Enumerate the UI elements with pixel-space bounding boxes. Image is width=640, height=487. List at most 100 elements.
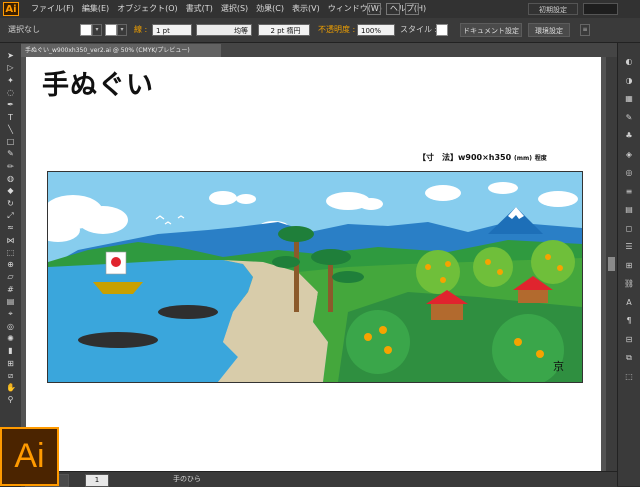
paintbrush-tool-icon[interactable]: ✎ — [6, 149, 15, 158]
artboard[interactable]: 手ぬぐい 【寸 法】w900×h350 (mm) 程度 京 — [26, 57, 601, 471]
gradient-panel-icon[interactable]: ▤ — [623, 205, 635, 214]
menu-4[interactable]: 選択(S) — [217, 0, 252, 18]
pencil-tool-icon[interactable]: ✏ — [6, 162, 15, 171]
type-tool-icon[interactable]: T — [6, 113, 15, 122]
stroke-weight-field[interactable]: 1 pt — [152, 24, 192, 36]
line-tool-icon[interactable]: ╲ — [6, 125, 15, 134]
canvas-area[interactable]: 手ぬぐい 【寸 法】w900×h350 (mm) 程度 京 — [21, 57, 606, 471]
color-panel-icon[interactable]: ◐ — [623, 57, 635, 66]
stroke-swatch[interactable] — [105, 24, 117, 36]
symbol-sprayer-tool-icon[interactable]: ✺ — [6, 334, 15, 343]
appearance-panel-icon[interactable]: ◎ — [623, 168, 635, 177]
blend-tool-icon[interactable]: ◎ — [6, 322, 15, 331]
panel-dock: ◐ ◑ ▦ ✎ ♣ ◈ ◎ ≡ ▤ ◻ ☰ ⊞ ⛓ A ¶ ⊟ ⧉ ⬚ — [617, 43, 640, 486]
minibridge-icon[interactable] — [386, 3, 400, 15]
zoom-tool-icon[interactable]: ⚲ — [6, 395, 15, 404]
swatches-panel-icon[interactable]: ▦ — [623, 94, 635, 103]
stroke-dropdown[interactable]: ▾ — [117, 24, 127, 36]
menu-6[interactable]: 表示(V) — [288, 0, 324, 18]
hand-tool-icon[interactable]: ✋ — [6, 383, 16, 392]
menu-bar: Ai ファイル(F) 編集(E) オブジェクト(O) 書式(T) 選択(S) 効果(C) 表… — [0, 0, 640, 18]
vertical-scrollbar[interactable] — [606, 57, 617, 471]
column-graph-tool-icon[interactable]: ▮ — [6, 346, 15, 355]
layers-panel-icon[interactable]: ☰ — [623, 242, 635, 251]
rotate-tool-icon[interactable]: ↻ — [6, 199, 15, 208]
profile-label: 均等 — [234, 27, 248, 35]
gradient-tool-icon[interactable]: ▤ — [6, 297, 15, 306]
width-tool-icon[interactable]: ⋈ — [6, 236, 15, 245]
scale-tool-icon[interactable]: ⤢ — [6, 211, 15, 220]
brush-definition[interactable]: 2 pt 楕円 — [258, 24, 310, 36]
links-panel-icon[interactable]: ⛓ — [623, 279, 635, 288]
bridge-icon[interactable] — [367, 3, 381, 15]
menu-1[interactable]: 編集(E) — [78, 0, 113, 18]
arrange-documents-icon[interactable] — [405, 3, 419, 15]
menu-2[interactable]: オブジェクト(O) — [113, 0, 182, 18]
transparency-panel-icon[interactable]: ◻ — [623, 224, 635, 233]
menu-5[interactable]: 効果(C) — [252, 0, 288, 18]
transform-panel-icon[interactable]: ⬚ — [623, 372, 635, 381]
align-panel-icon[interactable]: ⊟ — [623, 335, 635, 344]
mesh-tool-icon[interactable]: # — [6, 285, 15, 294]
dimension-label: 【寸 法】w900×h350 (mm) 程度 — [418, 152, 547, 163]
opacity-field[interactable]: 100% — [357, 24, 395, 36]
rock — [78, 332, 158, 348]
sea — [48, 260, 253, 382]
variable-width-profile[interactable]: 均等 — [196, 24, 252, 36]
app-logo: Ai — [3, 2, 19, 16]
graphic-styles-panel-icon[interactable]: ◈ — [623, 150, 635, 159]
fill-dropdown[interactable]: ▾ — [92, 24, 102, 36]
document-tab[interactable]: 手ぬぐい_w900xh350_ver2.ai @ 50% (CMYK/プレビュー… — [21, 44, 221, 57]
sail-emblem — [111, 257, 121, 267]
style-label: スタイル : — [400, 25, 438, 34]
dimension-suffix: 程度 — [534, 155, 547, 162]
menu-3[interactable]: 書式(T) — [182, 0, 217, 18]
current-tool-status: 手のひら — [173, 475, 201, 483]
stroke-panel-icon[interactable]: ≡ — [623, 187, 635, 196]
fill-swatch[interactable] — [80, 24, 92, 36]
opacity-label: 不透明度 : — [318, 25, 356, 34]
document-tab-bar: 手ぬぐい_w900xh350_ver2.ai @ 50% (CMYK/プレビュー… — [21, 43, 621, 57]
dimension-unit: (mm) — [513, 155, 532, 162]
workspace-switcher[interactable]: 初期設定 — [528, 3, 578, 15]
arrange-icon[interactable]: ≡ — [580, 24, 590, 36]
rectangle-tool-icon[interactable]: □ — [6, 137, 15, 146]
ai-logo-badge: Ai — [0, 427, 59, 486]
eraser-tool-icon[interactable]: ◆ — [6, 186, 15, 195]
scrollbar-thumb[interactable] — [608, 257, 615, 271]
shape-builder-tool-icon[interactable]: ⊕ — [6, 260, 15, 269]
free-transform-tool-icon[interactable]: ⬚ — [6, 248, 15, 257]
selection-status: 選択なし — [8, 25, 40, 34]
stroke-weight-label: 線 : — [134, 25, 148, 34]
status-bar: 50% 1 手のひら — [21, 471, 617, 487]
document-setup-button[interactable]: ドキュメント設定 — [460, 23, 522, 37]
slice-tool-icon[interactable]: ⧄ — [6, 371, 15, 380]
symbols-panel-icon[interactable]: ♣ — [623, 131, 635, 140]
eyedropper-tool-icon[interactable]: ⌖ — [6, 309, 15, 318]
tenugui-illustration[interactable]: 京 — [47, 171, 583, 383]
character-panel-icon[interactable]: A — [623, 298, 635, 307]
perspective-tool-icon[interactable]: ▱ — [6, 272, 15, 281]
selection-tool-icon[interactable]: ➤ — [6, 51, 15, 60]
artboards-panel-icon[interactable]: ⊞ — [623, 261, 635, 270]
color-guide-panel-icon[interactable]: ◑ — [623, 76, 635, 85]
graphic-style-swatch[interactable] — [436, 24, 448, 36]
warp-tool-icon[interactable]: ≈ — [6, 223, 15, 232]
preferences-button[interactable]: 環境設定 — [528, 23, 570, 37]
rock — [158, 305, 218, 319]
pathfinder-panel-icon[interactable]: ⧉ — [623, 353, 635, 362]
brushes-panel-icon[interactable]: ✎ — [623, 113, 635, 122]
search-input[interactable] — [583, 3, 618, 15]
blob-brush-tool-icon[interactable]: ◍ — [6, 174, 15, 183]
lasso-tool-icon[interactable]: ◌ — [6, 88, 15, 97]
control-bar: 選択なし ▾ ▾ 線 : 1 pt 均等 2 pt 楕円 不透明度 : 100%… — [0, 18, 640, 43]
menu-0[interactable]: ファイル(F) — [27, 0, 78, 18]
artboard-tool-icon[interactable]: ⊞ — [6, 359, 15, 368]
dimension-text: 【寸 法】w900×h350 — [418, 153, 512, 162]
page-field[interactable]: 1 — [85, 474, 109, 487]
pen-tool-icon[interactable]: ✒ — [6, 100, 15, 109]
artist-signature: 京 — [553, 359, 564, 373]
magic-wand-tool-icon[interactable]: ✦ — [6, 76, 15, 85]
direct-selection-tool-icon[interactable]: ▷ — [6, 63, 15, 72]
paragraph-panel-icon[interactable]: ¶ — [623, 316, 635, 325]
